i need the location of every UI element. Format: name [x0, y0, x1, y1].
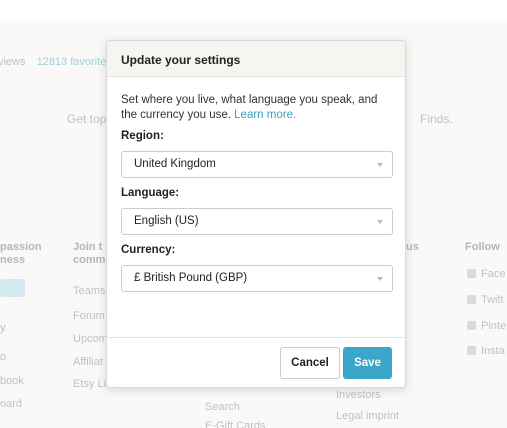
currency-value: £ British Pound (GBP) — [134, 272, 248, 284]
language-select[interactable]: English (US) — [121, 208, 393, 235]
modal-footer: Cancel Save — [107, 337, 405, 387]
chevron-down-icon — [377, 220, 383, 224]
region-label: Region: — [121, 130, 164, 142]
modal-body: Set where you live, what language you sp… — [107, 77, 405, 292]
chevron-down-icon — [377, 163, 383, 167]
currency-select[interactable]: £ British Pound (GBP) — [121, 265, 393, 292]
region-value: United Kingdom — [134, 158, 216, 170]
settings-description: Set where you live, what language you sp… — [121, 93, 390, 123]
cancel-button[interactable]: Cancel — [280, 347, 340, 379]
currency-label: Currency: — [121, 244, 176, 256]
language-label: Language: — [121, 187, 180, 199]
language-value: English (US) — [134, 215, 199, 227]
region-select[interactable]: United Kingdom — [121, 151, 393, 178]
chevron-down-icon — [377, 277, 383, 281]
modal-header: Update your settings — [107, 41, 405, 77]
settings-modal: Update your settings Set where you live,… — [106, 40, 406, 388]
learn-more-link[interactable]: Learn more. — [234, 109, 296, 121]
save-button[interactable]: Save — [343, 347, 392, 379]
modal-title: Update your settings — [121, 53, 241, 67]
